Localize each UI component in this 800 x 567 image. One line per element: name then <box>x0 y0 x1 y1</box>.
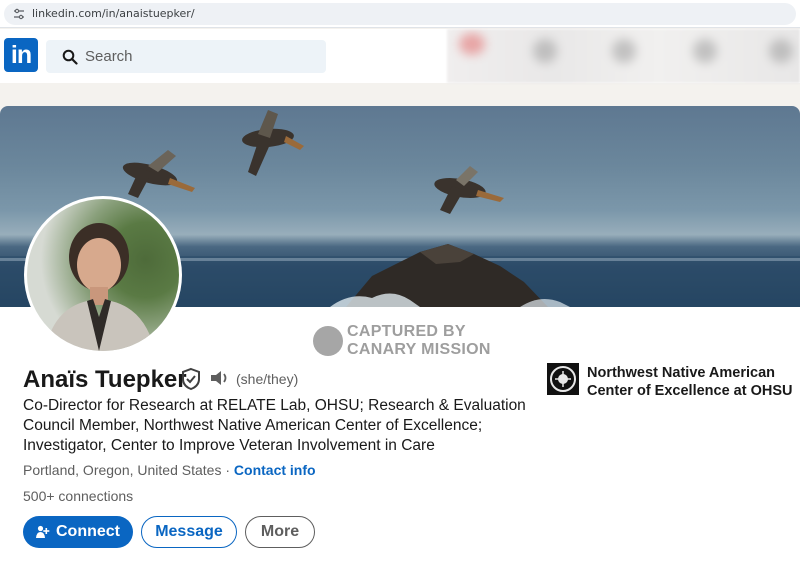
add-person-icon <box>36 525 50 538</box>
profile-headline: Co-Director for Research at RELATE Lab, … <box>23 397 526 454</box>
browser-address-bar: linkedin.com/in/anaistuepker/ <box>0 0 800 28</box>
watermark-line-2: CANARY MISSION <box>347 341 491 358</box>
verified-shield-icon[interactable] <box>180 367 202 391</box>
pronouns: (she/they) <box>236 371 299 387</box>
blurred-nav-icons <box>447 29 800 83</box>
connect-button[interactable]: Connect <box>23 516 133 548</box>
separator: · <box>221 462 234 478</box>
profile-name: Anaïs Tuepker <box>23 366 187 393</box>
site-settings-icon[interactable] <box>13 8 25 20</box>
avatar-photo <box>27 199 179 351</box>
search-input[interactable]: Search <box>46 40 326 73</box>
organization-logo-icon <box>547 363 579 395</box>
organization-name: Northwest Native American Center of Exce… <box>587 365 793 399</box>
connect-label: Connect <box>56 523 120 540</box>
profile-avatar[interactable] <box>24 196 182 354</box>
search-placeholder: Search <box>85 48 133 65</box>
connections-count[interactable]: 500+ connections <box>23 488 133 504</box>
more-button[interactable]: More <box>245 516 315 548</box>
watermark-stamp: CAPTURED BY CANARY MISSION <box>313 323 503 359</box>
message-button[interactable]: Message <box>141 516 237 548</box>
location-text: Portland, Oregon, United States <box>23 462 222 478</box>
location-line: Portland, Oregon, United States · Contac… <box>23 462 316 478</box>
canary-logo-icon <box>313 326 343 356</box>
contact-info-link[interactable]: Contact info <box>234 462 316 478</box>
url-text[interactable]: linkedin.com/in/anaistuepker/ <box>32 7 195 20</box>
watermark-line-1: CAPTURED BY <box>347 323 466 340</box>
search-icon <box>62 49 78 65</box>
current-organization[interactable]: Northwest Native American Center of Exce… <box>547 363 797 403</box>
name-pronunciation-icon[interactable] <box>209 368 231 388</box>
linkedin-logo-icon[interactable]: in <box>4 38 38 72</box>
